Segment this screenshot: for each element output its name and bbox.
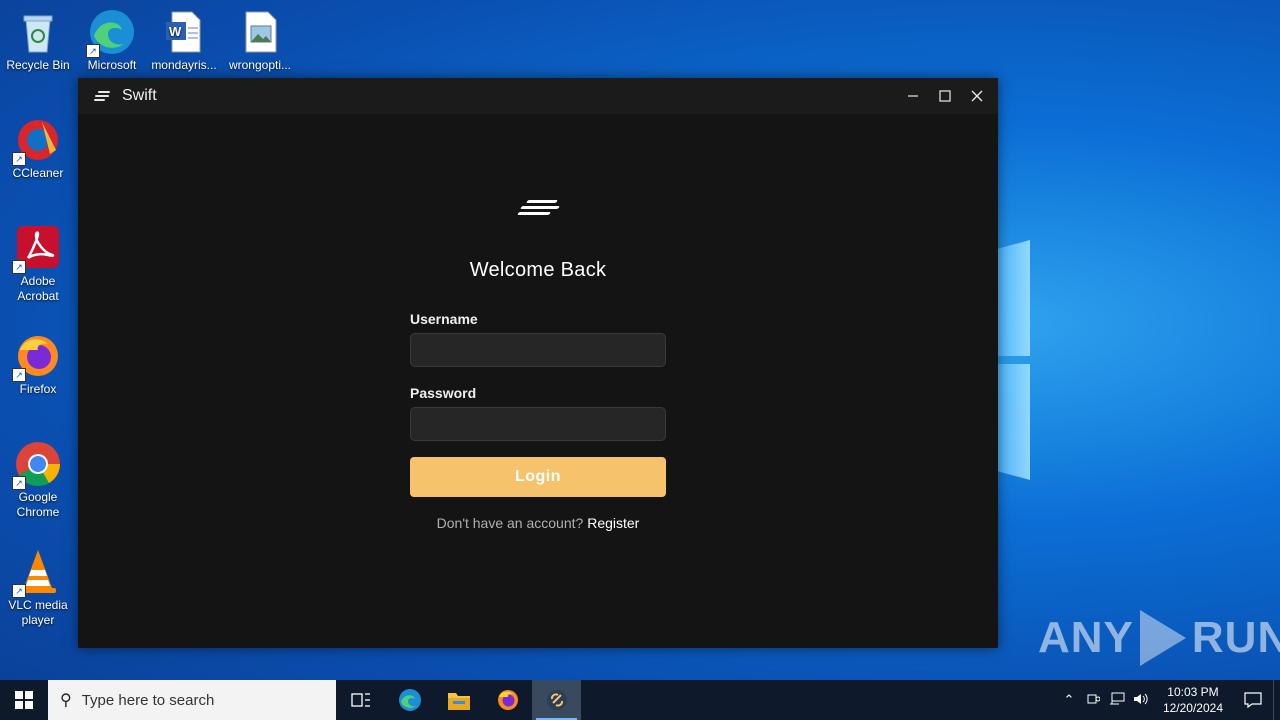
desktop-icon-chrome[interactable]: ↗ Google Chrome xyxy=(0,440,76,520)
windows-start-icon xyxy=(15,691,33,709)
taskbar-search-box[interactable]: ⚲ Type here to search xyxy=(48,680,336,720)
watermark-play-icon xyxy=(1139,610,1186,666)
register-prompt: Don't have an account? xyxy=(436,515,584,531)
desktop-icon-ccleaner[interactable]: ↗ CCleaner xyxy=(0,116,76,181)
adobe-acrobat-icon: ↗ xyxy=(12,224,62,274)
vlc-icon: ↗ xyxy=(12,548,62,598)
desktop-icon-image-file[interactable]: wrongopti... xyxy=(222,8,298,73)
network-icon[interactable] xyxy=(1105,692,1129,709)
taskbar-edge-button[interactable] xyxy=(385,680,434,720)
desktop-icon-label: mondayris... xyxy=(151,58,217,72)
search-icon: ⚲ xyxy=(60,692,72,709)
ccleaner-icon: ↗ xyxy=(12,116,62,166)
edge-icon: ↗ xyxy=(86,8,136,58)
desktop-icon-label: Google Chrome xyxy=(16,490,60,519)
maximize-button[interactable] xyxy=(929,78,961,114)
clock-time: 10:03 PM xyxy=(1167,685,1219,699)
clock-date: 12/20/2024 xyxy=(1162,701,1223,715)
desktop-icon-word-doc[interactable]: W mondayris... xyxy=(146,8,222,73)
password-label: Password xyxy=(410,385,477,401)
taskbar-clock[interactable]: 10:03 PM 12/20/2024 xyxy=(1153,684,1233,716)
minimize-icon xyxy=(908,95,918,97)
recycle-bin-icon xyxy=(14,8,62,56)
system-tray: ⌃ 10:03 PM 12/20/2024 xyxy=(1057,680,1280,720)
taskbar-file-explorer-button[interactable] xyxy=(434,680,483,720)
search-placeholder: Type here to search xyxy=(81,691,215,709)
desktop-icon-label: Firefox xyxy=(19,382,57,396)
password-input[interactable] xyxy=(410,407,666,441)
desktop-icon-edge[interactable]: ↗ Microsoft Edge xyxy=(74,8,150,73)
watermark-right: RUN xyxy=(1191,613,1280,662)
notification-icon xyxy=(1244,692,1262,708)
image-file-icon xyxy=(236,8,284,56)
word-document-icon: W xyxy=(160,8,208,56)
desktop-icon-label: Adobe Acrobat xyxy=(17,274,59,303)
task-view-button[interactable] xyxy=(336,680,385,720)
desktop-icon-label: CCleaner xyxy=(12,166,64,180)
minimize-button[interactable] xyxy=(897,78,929,114)
taskbar-swift-button[interactable] xyxy=(532,680,581,720)
watermark-left: ANY xyxy=(1038,613,1134,662)
edge-icon xyxy=(398,689,421,711)
desktop-icon-adobe-acrobat[interactable]: ↗ Adobe Acrobat xyxy=(0,224,76,304)
volume-icon[interactable] xyxy=(1129,692,1153,709)
close-button[interactable] xyxy=(961,78,993,114)
swift-logo xyxy=(517,200,561,218)
window-title: Swift xyxy=(122,87,157,104)
welcome-heading: Welcome Back xyxy=(469,259,607,281)
swift-window: Swift Welcome Back Username Password Log… xyxy=(78,78,998,648)
close-icon xyxy=(971,90,983,102)
desktop-icon-label: Microsoft Edge xyxy=(87,58,137,72)
start-button[interactable] xyxy=(0,680,48,720)
desktop-icon-firefox[interactable]: ↗ Firefox xyxy=(0,332,76,397)
desktop-icon-recycle-bin[interactable]: Recycle Bin xyxy=(0,8,76,73)
notification-center-button[interactable] xyxy=(1233,692,1273,708)
swift-link-icon xyxy=(546,690,567,710)
desktop-icon-label: Recycle Bin xyxy=(6,58,70,72)
login-button[interactable]: Login xyxy=(410,457,666,497)
svg-text:W: W xyxy=(169,24,182,39)
maximize-icon xyxy=(939,90,951,102)
swift-app-icon xyxy=(94,90,110,102)
taskbar: ⚲ Type here to search ⌃ 10:03 PM 12/20/2… xyxy=(0,680,1280,720)
show-desktop-button[interactable] xyxy=(1273,680,1280,720)
chrome-icon: ↗ xyxy=(12,440,62,490)
folder-icon xyxy=(447,693,470,710)
desktop-icon-label: wrongopti... xyxy=(228,58,292,72)
username-label: Username xyxy=(410,311,478,327)
task-view-icon xyxy=(350,693,370,707)
title-bar[interactable]: Swift xyxy=(78,78,998,114)
desktop-icon-vlc[interactable]: ↗ VLC media player xyxy=(0,548,76,628)
anyrun-watermark: ANY RUN xyxy=(1038,610,1280,666)
firefox-icon xyxy=(497,690,518,710)
register-row: Don't have an account? Register xyxy=(78,515,998,531)
chevron-up-icon[interactable]: ⌃ xyxy=(1057,692,1081,708)
username-input[interactable] xyxy=(410,333,666,367)
meet-now-icon[interactable] xyxy=(1081,692,1105,709)
firefox-icon: ↗ xyxy=(12,332,62,382)
register-link[interactable]: Register xyxy=(587,515,639,531)
taskbar-firefox-button[interactable] xyxy=(483,680,532,720)
desktop-icon-label: VLC media player xyxy=(8,598,68,627)
